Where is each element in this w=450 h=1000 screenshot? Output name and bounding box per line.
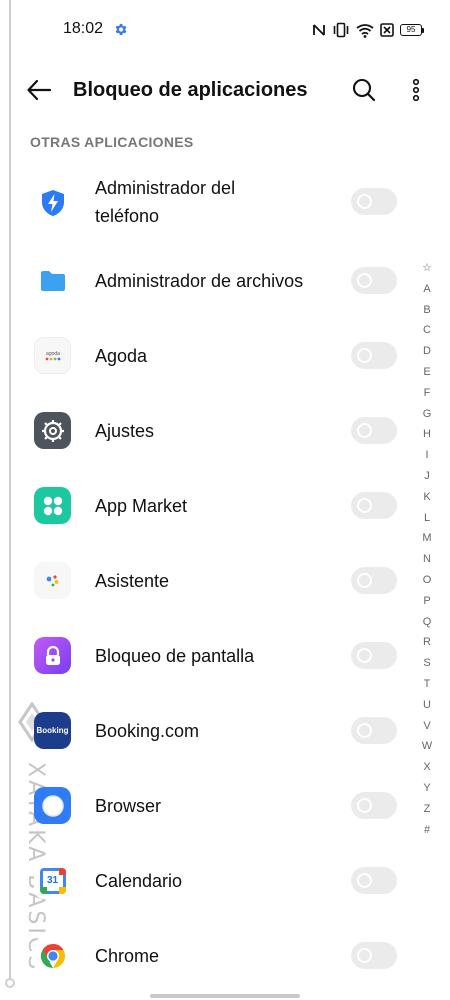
list-item[interactable]: Bloqueo de pantalla [0, 618, 410, 693]
app-name: Browser [95, 796, 162, 816]
lock-toggle[interactable] [351, 717, 397, 744]
lock-toggle[interactable] [351, 492, 397, 519]
index-letter[interactable]: I [417, 445, 437, 466]
index-letter[interactable]: H [417, 424, 437, 445]
wifi-icon [356, 23, 374, 38]
index-letter[interactable]: L [417, 508, 437, 529]
alphabet-index[interactable]: ☆ A B C D E F G H I J K L M N O P Q R S T U V W X Y Z # [417, 258, 437, 840]
assistant-icon [34, 562, 71, 599]
index-letter[interactable]: R [417, 632, 437, 653]
home-indicator[interactable] [150, 994, 300, 998]
chrome-icon [34, 937, 71, 974]
agoda-icon: agoda [34, 337, 71, 374]
list-item[interactable]: agoda Agoda [0, 318, 410, 393]
index-letter[interactable]: A [417, 279, 437, 300]
calendar-day: 31 [46, 874, 59, 886]
settings-gear-icon [34, 412, 71, 449]
lock-toggle[interactable] [351, 942, 397, 969]
index-letter[interactable]: G [417, 404, 437, 425]
index-letter[interactable]: K [417, 487, 437, 508]
lock-icon [34, 637, 71, 674]
lock-toggle[interactable] [351, 642, 397, 669]
nfc-icon [313, 24, 325, 36]
index-letter[interactable]: Q [417, 612, 437, 633]
lock-toggle[interactable] [351, 417, 397, 444]
lock-toggle[interactable] [351, 867, 397, 894]
calendar-icon: 31 [34, 862, 71, 899]
status-time: 18:02 [63, 20, 104, 37]
lock-toggle[interactable] [351, 792, 397, 819]
list-item[interactable]: App Market [0, 468, 410, 543]
list-item[interactable]: Chrome [0, 918, 410, 993]
index-letter[interactable]: V [417, 716, 437, 737]
search-icon[interactable] [351, 77, 377, 103]
list-item[interactable]: Administrador del teléfono [0, 164, 410, 240]
index-letter[interactable]: X [417, 757, 437, 778]
index-letter[interactable]: U [417, 695, 437, 716]
index-letter[interactable]: # [417, 820, 437, 841]
list-item[interactable]: Asistente [0, 543, 410, 618]
no-sim-icon [380, 23, 394, 37]
battery-level: 95 [400, 24, 422, 36]
more-vertical-icon[interactable] [406, 77, 426, 103]
app-name: Calendario [95, 871, 183, 891]
app-bar: Bloqueo de aplicaciones [0, 62, 450, 118]
app-name: Bloqueo de pantalla [95, 646, 255, 666]
index-letter[interactable]: E [417, 362, 437, 383]
lock-toggle[interactable] [351, 267, 397, 294]
svg-text:agoda: agoda [46, 351, 60, 357]
booking-icon-text: Booking [36, 726, 69, 735]
list-item[interactable]: Ajustes [0, 393, 410, 468]
app-name-line2: teléfono [95, 206, 160, 226]
folder-icon [34, 262, 71, 299]
index-letter[interactable]: S [417, 653, 437, 674]
list-item[interactable]: Browser [0, 768, 410, 843]
list-item[interactable]: Booking Booking.com [0, 693, 410, 768]
index-letter[interactable]: C [417, 320, 437, 341]
app-name: Agoda [95, 346, 148, 366]
index-letter[interactable]: J [417, 466, 437, 487]
app-name: App Market [95, 496, 188, 516]
lock-toggle[interactable] [351, 567, 397, 594]
gear-icon [115, 23, 127, 35]
list-item[interactable]: Administrador de archivos [0, 243, 410, 318]
index-letter[interactable]: T [417, 674, 437, 695]
app-name: Booking.com [95, 721, 200, 741]
index-letter[interactable]: M [417, 528, 437, 549]
section-header: OTRAS APLICACIONES [30, 134, 194, 150]
app-name: Administrador de archivos [95, 271, 304, 291]
index-letter[interactable]: W [417, 736, 437, 757]
page-title: Bloqueo de aplicaciones [73, 79, 308, 101]
booking-icon: Booking [34, 712, 71, 749]
back-arrow-icon[interactable] [26, 78, 52, 102]
app-name: Ajustes [95, 421, 155, 441]
list-item[interactable]: 31 Calendario [0, 843, 410, 918]
index-letter[interactable]: O [417, 570, 437, 591]
lock-toggle[interactable] [351, 188, 397, 215]
index-letter[interactable]: ☆ [417, 258, 437, 279]
phone-manager-icon [34, 184, 71, 221]
index-letter[interactable]: D [417, 341, 437, 362]
index-letter[interactable]: F [417, 383, 437, 404]
lock-toggle[interactable] [351, 342, 397, 369]
browser-icon [34, 787, 71, 824]
index-letter[interactable]: B [417, 300, 437, 321]
battery-icon: 95 [400, 24, 424, 36]
vibrate-icon [333, 22, 349, 38]
index-letter[interactable]: Z [417, 799, 437, 820]
app-name: Chrome [95, 946, 160, 966]
app-market-icon [34, 487, 71, 524]
index-letter[interactable]: P [417, 591, 437, 612]
index-letter[interactable]: Y [417, 778, 437, 799]
index-letter[interactable]: N [417, 549, 437, 570]
status-bar: 18:02 95 [0, 0, 450, 60]
app-name: Asistente [95, 571, 170, 591]
app-name: Administrador del [95, 178, 236, 198]
